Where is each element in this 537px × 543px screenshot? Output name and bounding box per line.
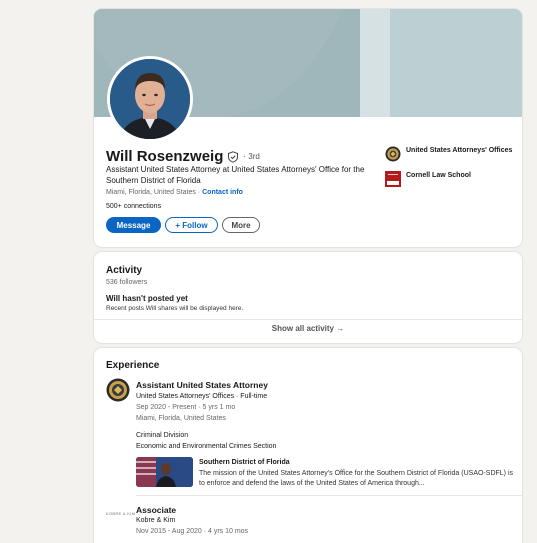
profile-location: Miami, Florida, United States · bbox=[106, 189, 201, 196]
experience-title: Experience bbox=[106, 360, 160, 371]
profile-photo bbox=[110, 59, 190, 139]
message-button[interactable]: Message bbox=[106, 217, 161, 233]
follow-button[interactable]: + Follow bbox=[165, 217, 218, 233]
media-title[interactable]: Southern District of Florida bbox=[199, 459, 290, 466]
location-row: Miami, Florida, United States · Contact … bbox=[106, 189, 243, 196]
doj-seal-icon[interactable] bbox=[106, 378, 130, 402]
org-name: Cornell Law School bbox=[406, 172, 471, 179]
experience-job-title[interactable]: Assistant United States Attorney bbox=[136, 380, 268, 390]
connection-degree: · 3rd bbox=[243, 152, 260, 161]
media-image bbox=[136, 457, 193, 487]
profile-card: Will Rosenzweig · 3rd Assistant United S… bbox=[94, 9, 522, 247]
divider bbox=[94, 319, 522, 320]
doj-seal-icon bbox=[385, 146, 401, 162]
org-item-cornell[interactable]: Cornell Law School bbox=[385, 171, 515, 187]
verified-icon[interactable] bbox=[227, 150, 239, 163]
activity-card: Activity 536 followers Will hasn't poste… bbox=[94, 252, 522, 343]
org-name: United States Attorneys' Offices bbox=[406, 147, 513, 154]
profile-headline: Assistant United States Attorney at Unit… bbox=[106, 165, 365, 185]
avatar[interactable] bbox=[107, 56, 193, 142]
experience-job-title[interactable]: Associate bbox=[136, 505, 176, 515]
profile-actions: Message + Follow More bbox=[106, 217, 260, 233]
experience-card: Experience Assistant United States Attor… bbox=[94, 348, 522, 543]
experience-company: United States Attorneys' Offices · Full-… bbox=[136, 393, 268, 400]
experience-division: Criminal Division bbox=[136, 432, 189, 439]
experience-company: Kobre & Kim bbox=[136, 517, 176, 524]
contact-info-link[interactable]: Contact info bbox=[202, 189, 243, 196]
profile-name: Will Rosenzweig bbox=[106, 148, 224, 165]
media-description: The mission of the United States Attorne… bbox=[199, 470, 513, 487]
media-thumbnail[interactable] bbox=[136, 457, 193, 487]
connections-count[interactable]: 500+ connections bbox=[106, 203, 161, 210]
show-all-activity-button[interactable]: Show all activity → bbox=[94, 324, 522, 333]
name-row: Will Rosenzweig · 3rd bbox=[106, 148, 260, 165]
more-button[interactable]: More bbox=[222, 217, 260, 233]
experience-location: Miami, Florida, United States bbox=[136, 415, 226, 422]
activity-title: Activity bbox=[106, 265, 143, 276]
followers-count: 536 followers bbox=[106, 279, 148, 286]
divider bbox=[136, 495, 522, 496]
kobre-kim-logo[interactable]: KOBRE & KIM bbox=[106, 511, 135, 516]
empty-activity-subtitle: Recent posts Will shares will be display… bbox=[106, 305, 244, 312]
cornell-logo-icon bbox=[385, 171, 401, 187]
experience-dates: Nov 2015 - Aug 2020 · 4 yrs 10 mos bbox=[136, 528, 249, 535]
current-orgs: United States Attorneys' Offices Cornell… bbox=[385, 146, 515, 196]
experience-section: Economic and Environmental Crimes Sectio… bbox=[136, 443, 277, 450]
org-item-usao[interactable]: United States Attorneys' Offices bbox=[385, 146, 515, 162]
empty-activity-title: Will hasn't posted yet bbox=[106, 294, 188, 303]
experience-dates: Sep 2020 - Present · 5 yrs 1 mo bbox=[136, 404, 236, 411]
